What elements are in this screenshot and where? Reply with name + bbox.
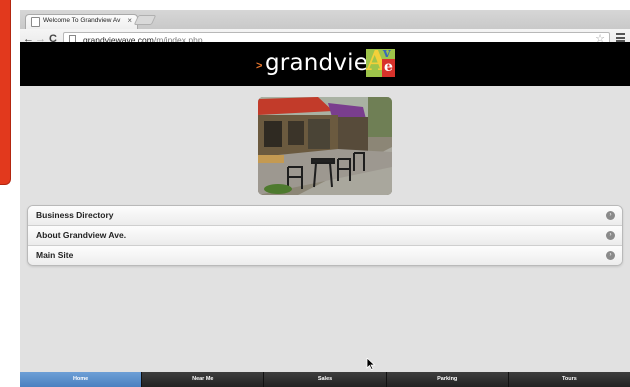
- logo-ave-mark: A v e: [366, 49, 395, 77]
- storefront-photo: [258, 97, 392, 195]
- tab-close-icon[interactable]: ×: [127, 16, 132, 26]
- logo-letter-e: e: [382, 59, 395, 77]
- browser-window: Welcome To Grandview Av × ← → C grandvie…: [20, 10, 630, 387]
- site-logo[interactable]: > grandview A v e: [256, 47, 396, 81]
- page-favicon-icon: [31, 17, 40, 27]
- site-header: > grandview A v e: [20, 42, 630, 86]
- list-item-label: About Grandview Ave.: [36, 230, 127, 240]
- chevron-right-icon: ›: [606, 251, 615, 260]
- chevron-right-icon: ›: [606, 231, 615, 240]
- bottom-nav-bar: Home Near Me Sales Parking Tours: [20, 372, 630, 387]
- list-item-main-site[interactable]: Main Site ›: [28, 246, 622, 265]
- nav-near-me[interactable]: Near Me: [141, 372, 264, 387]
- desktop-side-element: [0, 0, 11, 185]
- tab-welcome[interactable]: Welcome To Grandview Av ×: [25, 14, 138, 29]
- list-item-label: Main Site: [36, 250, 74, 260]
- list-item-business-directory[interactable]: Business Directory ›: [28, 206, 622, 226]
- nav-home[interactable]: Home: [20, 372, 142, 387]
- main-menu-list: Business Directory › About Grandview Ave…: [27, 205, 623, 266]
- storefront-photo-image: [258, 97, 392, 195]
- logo-arrow-icon: >: [256, 60, 263, 72]
- tab-strip: Welcome To Grandview Av ×: [20, 10, 630, 29]
- nav-parking[interactable]: Parking: [385, 372, 508, 387]
- list-item-about[interactable]: About Grandview Ave. ›: [28, 226, 622, 246]
- chevron-right-icon: ›: [606, 211, 615, 220]
- mouse-cursor-icon: [366, 358, 376, 370]
- new-tab-button[interactable]: [133, 15, 157, 25]
- nav-sales[interactable]: Sales: [263, 372, 386, 387]
- hamburger-menu-icon[interactable]: [616, 33, 625, 42]
- list-item-label: Business Directory: [36, 210, 114, 220]
- nav-tours[interactable]: Tours: [507, 372, 630, 387]
- tab-title: Welcome To Grandview Av: [43, 17, 121, 24]
